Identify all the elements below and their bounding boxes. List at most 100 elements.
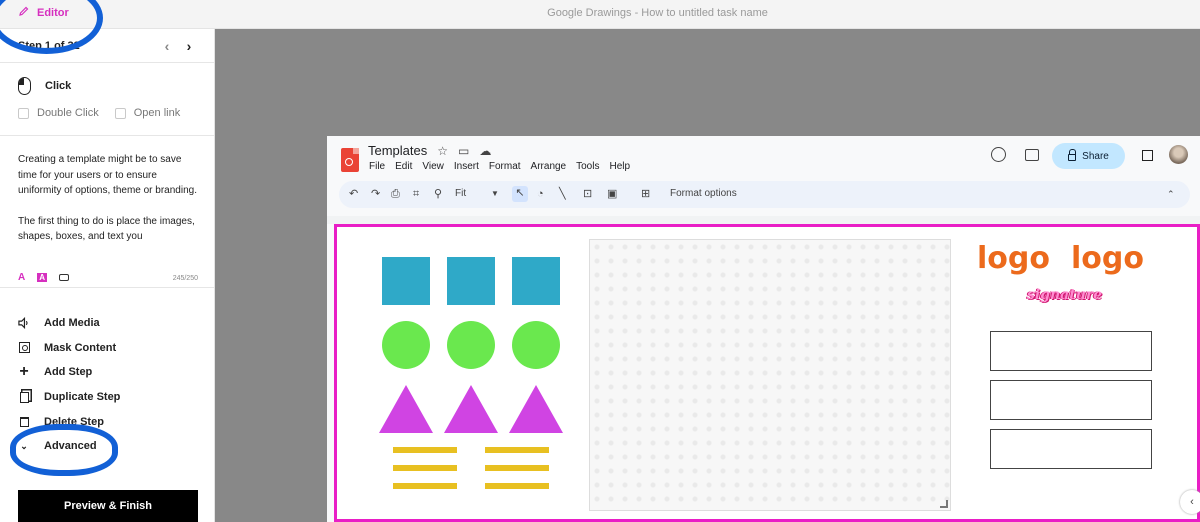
yellow-bar[interactable] <box>485 483 549 489</box>
menu-format[interactable]: Format <box>489 161 521 172</box>
text-box-icon[interactable]: ⊡ <box>583 187 592 201</box>
yellow-bar[interactable] <box>485 447 549 453</box>
avatar[interactable] <box>1169 145 1188 164</box>
collapse-toolbar-icon[interactable]: ⌃ <box>1167 187 1175 201</box>
double-click-checkbox[interactable]: Double Click <box>18 107 99 119</box>
zoom-icon[interactable]: ⚲ <box>434 187 442 201</box>
share-button[interactable]: Share <box>1052 143 1125 169</box>
checkbox-icon <box>114 107 126 119</box>
text-box[interactable] <box>990 380 1152 420</box>
text-box[interactable] <box>990 331 1152 371</box>
paint-format-icon[interactable]: ⌗ <box>413 187 419 201</box>
preview-finish-button[interactable]: Preview & Finish <box>18 490 198 522</box>
speaker-icon <box>18 317 30 330</box>
blue-square[interactable] <box>512 257 560 305</box>
yellow-bar[interactable] <box>393 483 457 489</box>
yellow-bar[interactable] <box>485 465 549 471</box>
yellow-bar[interactable] <box>393 447 457 453</box>
menu-tools[interactable]: Tools <box>576 161 599 172</box>
logo-text[interactable]: logo <box>977 241 1050 276</box>
line-icon[interactable]: ╲ <box>559 187 566 201</box>
add-comment-icon[interactable]: ⊞ <box>641 187 650 201</box>
folder-icon[interactable]: ▭ <box>458 144 469 158</box>
green-circle[interactable] <box>382 321 430 369</box>
drawings-logo-icon[interactable] <box>341 148 359 172</box>
cloud-icon[interactable]: ☁ <box>479 144 491 158</box>
shape-icon[interactable]: ◔ <box>537 187 544 201</box>
drawings-window: Templates ☆ ▭ ☁ File Edit View Insert Fo… <box>327 136 1200 522</box>
menu-label: Add Media <box>44 317 100 330</box>
text-box[interactable] <box>990 429 1152 469</box>
print-icon[interactable]: ⎙ <box>391 187 400 201</box>
step-description[interactable]: Creating a template might be to save tim… <box>0 136 214 288</box>
action-label: Click <box>45 80 72 92</box>
zoom-select[interactable]: Fit <box>455 187 466 201</box>
description-paragraph: Creating a template might be to save tim… <box>18 154 197 196</box>
duplicate-icon <box>18 391 30 403</box>
menu-file[interactable]: File <box>369 161 385 172</box>
top-bar: Editor Google Drawings - How to untitled… <box>0 0 1200 29</box>
green-circle[interactable] <box>512 321 560 369</box>
next-step-icon[interactable]: › <box>178 38 200 54</box>
select-cursor-icon[interactable]: ↖ <box>512 186 528 202</box>
menu-label: Add Step <box>44 366 93 379</box>
drawing-canvas[interactable]: logo logo signature <box>334 224 1200 522</box>
green-circle[interactable] <box>447 321 495 369</box>
star-icon[interactable]: ☆ <box>437 144 448 158</box>
document-title[interactable]: Templates <box>368 143 427 158</box>
resize-handle-icon[interactable] <box>940 500 948 508</box>
menu-help[interactable]: Help <box>609 161 630 172</box>
menu-insert[interactable]: Insert <box>454 161 479 172</box>
duplicate-step-button[interactable]: Duplicate Step <box>18 385 214 410</box>
plus-icon: + <box>19 363 29 381</box>
ruler <box>327 216 1200 224</box>
annotation-circle <box>10 424 118 476</box>
blue-square[interactable] <box>382 257 430 305</box>
mask-content-button[interactable]: Mask Content <box>18 336 214 361</box>
text-color-icon[interactable]: A <box>18 272 25 283</box>
logo-text[interactable]: logo <box>1071 241 1144 276</box>
open-link-checkbox[interactable]: Open link <box>114 107 180 119</box>
character-count: 245/250 <box>172 275 198 282</box>
page-title: Google Drawings - How to untitled task n… <box>547 7 768 19</box>
add-step-button[interactable]: + Add Step <box>18 360 214 385</box>
drawing-toolbar: ↶ ↷ ⎙ ⌗ ⚲ Fit ▼ ↖ ◔ ╲ ⊡ ▣ ⊞ Format optio… <box>339 181 1190 208</box>
chevron-down-icon[interactable]: ▼ <box>491 187 499 201</box>
menu-label: Mask Content <box>44 341 117 354</box>
format-options-button[interactable]: Format options <box>670 187 737 201</box>
present-icon[interactable] <box>1142 150 1153 161</box>
menu-arrange[interactable]: Arrange <box>531 161 567 172</box>
text-format-toolbar: A A <box>18 272 70 283</box>
purple-triangle[interactable] <box>444 385 498 433</box>
action-type[interactable]: Click <box>18 77 214 95</box>
yellow-bar[interactable] <box>393 465 457 471</box>
undo-icon[interactable]: ↶ <box>349 187 358 201</box>
trash-icon <box>18 416 30 428</box>
menu-edit[interactable]: Edit <box>395 161 412 172</box>
double-click-label: Double Click <box>37 107 99 119</box>
image-icon[interactable]: ▣ <box>607 187 617 201</box>
link-icon[interactable] <box>59 274 70 281</box>
version-history-icon[interactable] <box>991 147 1006 162</box>
chevron-left-icon[interactable]: ‹ <box>1180 490 1200 514</box>
signature-text[interactable]: signature <box>1027 287 1102 303</box>
redo-icon[interactable]: ↷ <box>371 187 380 201</box>
add-media-button[interactable]: Add Media <box>18 311 214 336</box>
action-section: Click Double Click Open link <box>0 63 214 136</box>
share-label: Share <box>1082 150 1109 162</box>
mask-icon <box>18 342 30 354</box>
lock-icon <box>1068 149 1077 161</box>
blue-square[interactable] <box>447 257 495 305</box>
purple-triangle[interactable] <box>509 385 563 433</box>
previous-step-icon[interactable]: ‹ <box>156 38 178 54</box>
document-title-bar: Templates ☆ ▭ ☁ <box>368 143 491 158</box>
checkbox-icon <box>18 107 29 119</box>
comment-icon[interactable] <box>1025 149 1039 161</box>
purple-triangle[interactable] <box>379 385 433 433</box>
menu-label: Duplicate Step <box>44 391 121 404</box>
description-paragraph: The first thing to do is place the image… <box>18 215 195 243</box>
pattern-image[interactable] <box>589 239 951 511</box>
mouse-icon <box>18 77 31 95</box>
menu-view[interactable]: View <box>422 161 444 172</box>
highlight-color-icon[interactable]: A <box>37 273 48 282</box>
